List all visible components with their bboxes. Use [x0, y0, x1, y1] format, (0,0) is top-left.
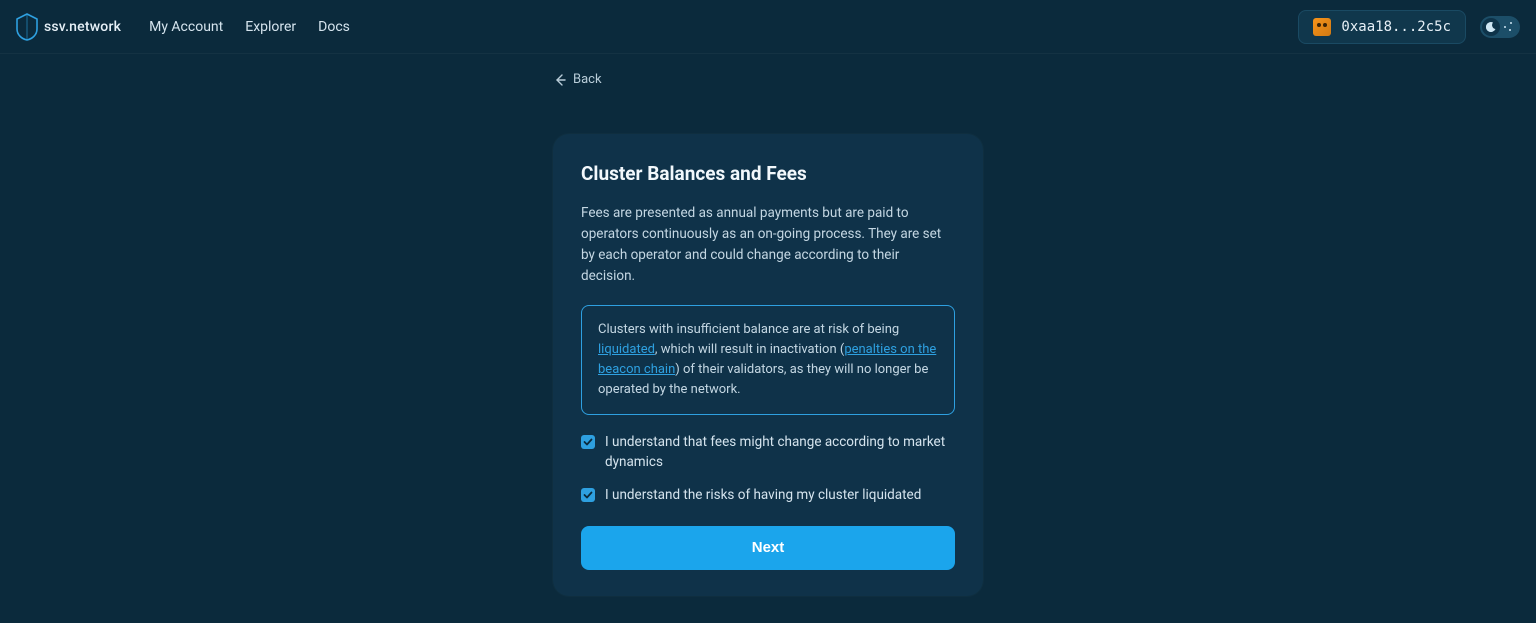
check-icon [583, 437, 593, 447]
theme-toggle[interactable] [1480, 16, 1520, 38]
nav-my-account[interactable]: My Account [149, 19, 223, 35]
app-header: ssv.network My Account Explorer Docs 0xa… [0, 0, 1536, 54]
callout-text-1: Clusters with insufficient balance are a… [598, 322, 902, 337]
wallet-button[interactable]: 0xaa18...2c5c [1298, 10, 1466, 44]
callout-text-2: , which will result in inactivation ( [655, 342, 844, 357]
liquidation-callout: Clusters with insufficient balance are a… [581, 305, 955, 416]
nav-docs[interactable]: Docs [318, 19, 350, 35]
liquidated-link[interactable]: liquidated [598, 342, 655, 357]
card-body-text: Fees are presented as annual payments bu… [581, 203, 955, 287]
wallet-provider-icon [1313, 18, 1331, 36]
brand-text: ssv.network [44, 19, 121, 35]
theme-toggle-knob [1482, 18, 1500, 36]
fees-card: Cluster Balances and Fees Fees are prese… [553, 134, 983, 596]
wallet-address: 0xaa18...2c5c [1341, 19, 1451, 35]
header-left: ssv.network My Account Explorer Docs [16, 13, 350, 41]
page-content: Cluster Balances and Fees Fees are prese… [0, 54, 1536, 596]
check-icon [583, 490, 593, 500]
checkbox-row-liquidation-risk[interactable]: I understand the risks of having my clus… [581, 486, 955, 506]
card-title: Cluster Balances and Fees [581, 162, 955, 185]
stars-icon [1504, 22, 1514, 32]
brand-logo[interactable]: ssv.network [16, 13, 121, 41]
back-link[interactable]: Back [553, 72, 602, 87]
checkbox-fees-dynamic-label: I understand that fees might change acco… [605, 433, 955, 472]
next-button[interactable]: Next [581, 526, 955, 570]
checkbox-row-fees-dynamic[interactable]: I understand that fees might change acco… [581, 433, 955, 472]
moon-icon [1486, 22, 1496, 32]
back-label: Back [573, 72, 602, 87]
arrow-left-icon [553, 73, 567, 87]
checkbox-fees-dynamic[interactable] [581, 435, 595, 449]
checkbox-liquidation-risk-label: I understand the risks of having my clus… [605, 486, 921, 506]
nav-explorer[interactable]: Explorer [245, 19, 296, 35]
ssv-logo-icon [16, 13, 38, 41]
checkbox-liquidation-risk[interactable] [581, 488, 595, 502]
header-right: 0xaa18...2c5c [1298, 10, 1520, 44]
